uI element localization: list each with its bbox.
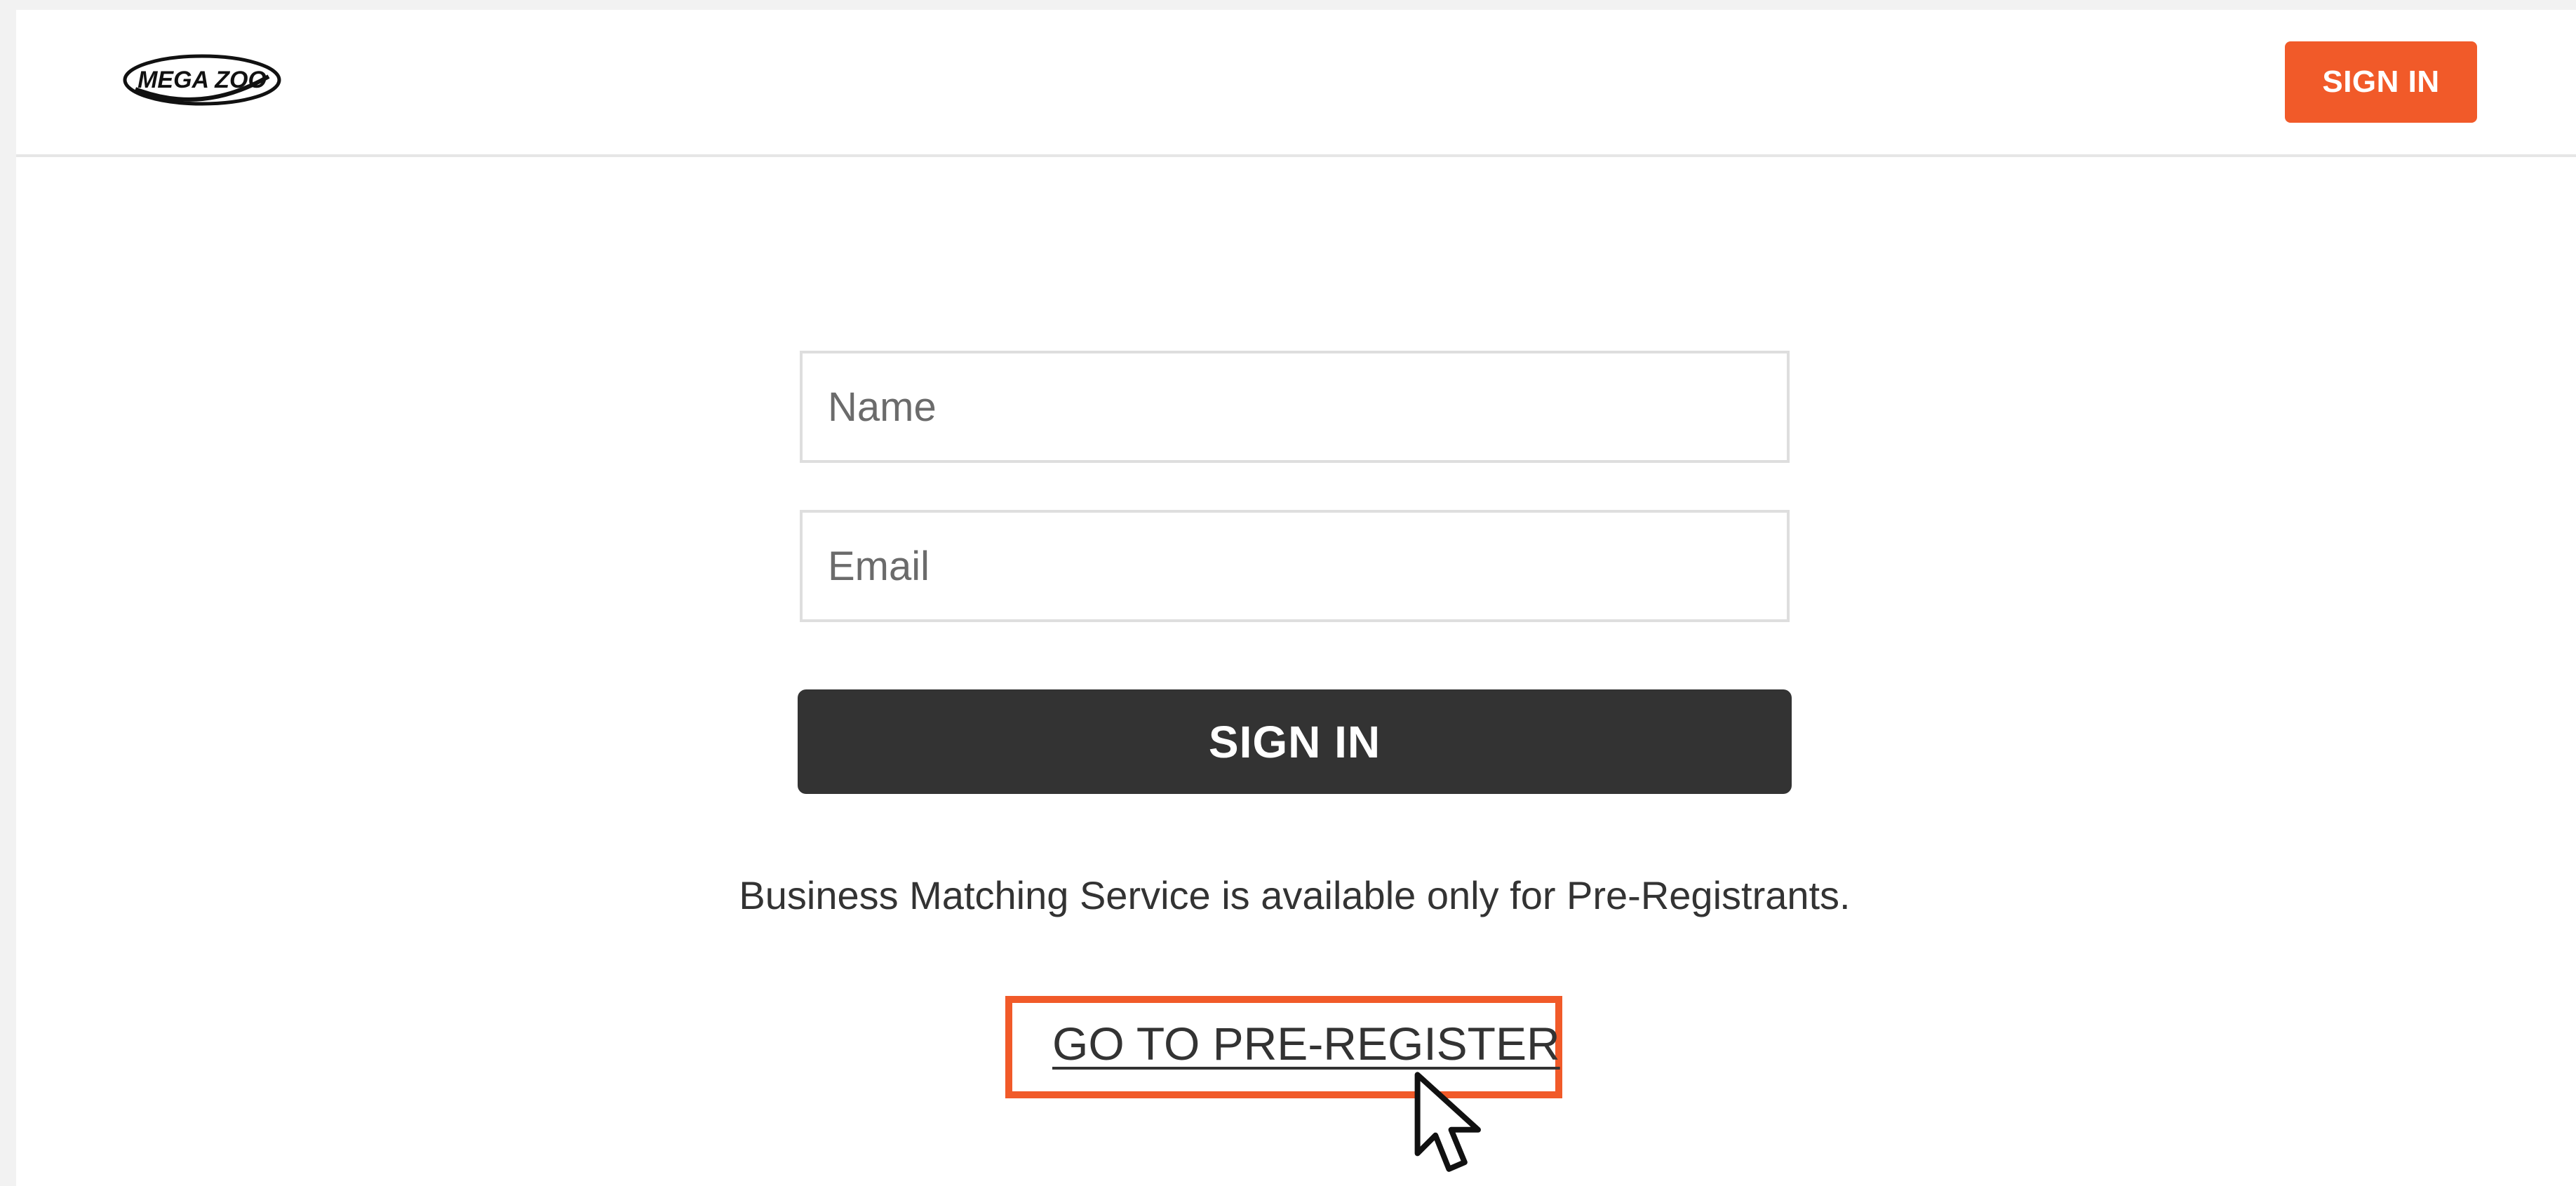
mouse-pointer-icon xyxy=(1411,1070,1523,1182)
go-to-pre-register-link[interactable]: GO TO PRE-REGISTER xyxy=(1052,1009,1560,1079)
header: MEGA ZOO SIGN IN xyxy=(16,10,2576,157)
mega-zoo-logo-icon: MEGA ZOO xyxy=(123,54,281,106)
email-input[interactable] xyxy=(800,510,1790,622)
pre-registrant-notice: Business Matching Service is available o… xyxy=(739,873,1851,917)
page: MEGA ZOO SIGN IN SIGN IN Business Matchi… xyxy=(16,10,2576,1186)
sign-in-button[interactable]: SIGN IN xyxy=(798,689,1792,794)
header-sign-in-button[interactable]: SIGN IN xyxy=(2285,41,2477,123)
logo-text: MEGA ZOO xyxy=(137,67,267,93)
logo[interactable]: MEGA ZOO xyxy=(121,48,283,112)
name-input[interactable] xyxy=(800,351,1790,463)
